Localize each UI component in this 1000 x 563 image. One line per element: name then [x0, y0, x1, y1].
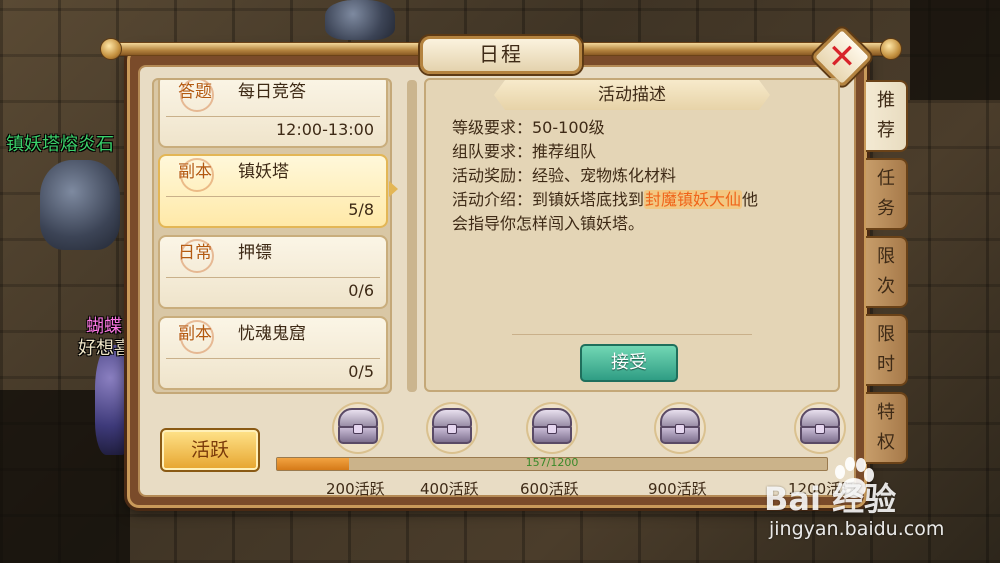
activity-name: 忧魂鬼窟	[238, 324, 306, 344]
level-requirement: 等级要求：50-100级	[452, 118, 605, 137]
statue-top	[325, 0, 395, 40]
dark-floor-right	[910, 0, 1000, 100]
close-icon[interactable]: ✕	[820, 35, 864, 79]
activity-name: 押镖	[238, 243, 272, 263]
tab-privilege[interactable]: 特权	[866, 392, 908, 464]
tab-label: 特权	[877, 402, 895, 453]
npc-name-label: 镇妖塔熔炎石	[6, 134, 114, 155]
chest-lock-icon	[447, 424, 457, 434]
accept-button[interactable]: 接受	[580, 344, 678, 382]
activity-progress-text: 157/1200	[525, 456, 579, 469]
card-divider	[166, 116, 380, 117]
card-divider	[166, 277, 380, 278]
activity-card-demon-tower[interactable]: 副本 镇妖塔 5/8	[158, 154, 388, 228]
activity-name: 每日竞答	[238, 82, 306, 102]
activity-list[interactable]: 答题 每日竞答 12:00-13:00 副本 镇妖塔 5/8 日常 押镖 0/6…	[152, 78, 392, 394]
activity-card-escort[interactable]: 日常 押镖 0/6	[158, 235, 388, 309]
activity-intro: 活动介绍：到镇妖塔底找到封魔镇妖大仙他	[452, 189, 758, 211]
tab-limited-time[interactable]: 限时	[866, 314, 908, 386]
description-header: 活动描述	[494, 80, 770, 110]
reward-chest-400[interactable]	[426, 402, 478, 454]
card-divider	[166, 196, 380, 197]
activity-intro-line2: 会指导你怎样闯入镇妖塔。	[452, 214, 645, 233]
reward-chest-900[interactable]	[654, 402, 706, 454]
activity-points-button[interactable]: 活跃	[160, 428, 260, 472]
chest-label-900: 900活跃	[648, 480, 707, 498]
statue-left	[40, 160, 120, 250]
activity-count: 5/8	[348, 200, 374, 219]
description-divider	[512, 334, 752, 335]
tab-recommended[interactable]: 推荐	[866, 80, 908, 152]
activity-time: 12:00-13:00	[276, 120, 374, 139]
player-title-label: 好想喜	[78, 338, 132, 359]
reward-chest-200[interactable]	[332, 402, 384, 454]
activity-tag: 答题	[174, 80, 216, 112]
card-divider	[166, 358, 380, 359]
chest-lock-icon	[547, 424, 557, 434]
chest-label-200: 200活跃	[326, 480, 385, 498]
team-requirement: 组队要求：推荐组队	[452, 142, 597, 161]
activity-progress-bar: 157/1200	[276, 456, 828, 471]
activity-reward: 活动奖励：经验、宠物炼化材料	[452, 166, 677, 185]
list-scrollbar[interactable]	[407, 80, 417, 392]
activity-tag: 日常	[174, 239, 216, 273]
rod-knob-right	[880, 38, 902, 60]
tab-label: 限时	[877, 324, 895, 375]
rod-knob-left	[100, 38, 122, 60]
reward-chest-1200[interactable]	[794, 402, 846, 454]
tab-limited-count[interactable]: 限次	[866, 236, 908, 308]
activity-count: 0/5	[348, 362, 374, 381]
intro-prefix: 活动介绍：到镇妖塔底找到	[452, 190, 645, 209]
watermark-logo: Bai 经验	[764, 480, 897, 518]
activity-count: 0/6	[348, 281, 374, 300]
selected-card-pointer	[389, 181, 398, 197]
tab-quests[interactable]: 任务	[866, 158, 908, 230]
watermark-url: jingyan.baidu.com	[769, 518, 945, 540]
window-title: 日程	[420, 36, 582, 74]
activity-tag: 副本	[174, 158, 216, 192]
chest-lock-icon	[675, 424, 685, 434]
chest-lock-icon	[815, 424, 825, 434]
tab-label: 任务	[877, 168, 895, 219]
tab-label: 限次	[877, 246, 895, 297]
chest-label-400: 400活跃	[420, 480, 479, 498]
activity-card-ghost-cave[interactable]: 副本 忧魂鬼窟 0/5	[158, 316, 388, 390]
npc-link[interactable]: 封魔镇妖大仙	[644, 190, 743, 209]
tab-label: 推荐	[877, 90, 895, 141]
activity-name: 镇妖塔	[238, 162, 289, 182]
chest-lock-icon	[353, 424, 363, 434]
activity-tag: 副本	[174, 320, 216, 354]
activity-card-quiz[interactable]: 答题 每日竞答 12:00-13:00	[158, 80, 388, 148]
chest-label-600: 600活跃	[520, 480, 579, 498]
intro-suffix: 他	[742, 190, 759, 209]
reward-chest-600[interactable]	[526, 402, 578, 454]
